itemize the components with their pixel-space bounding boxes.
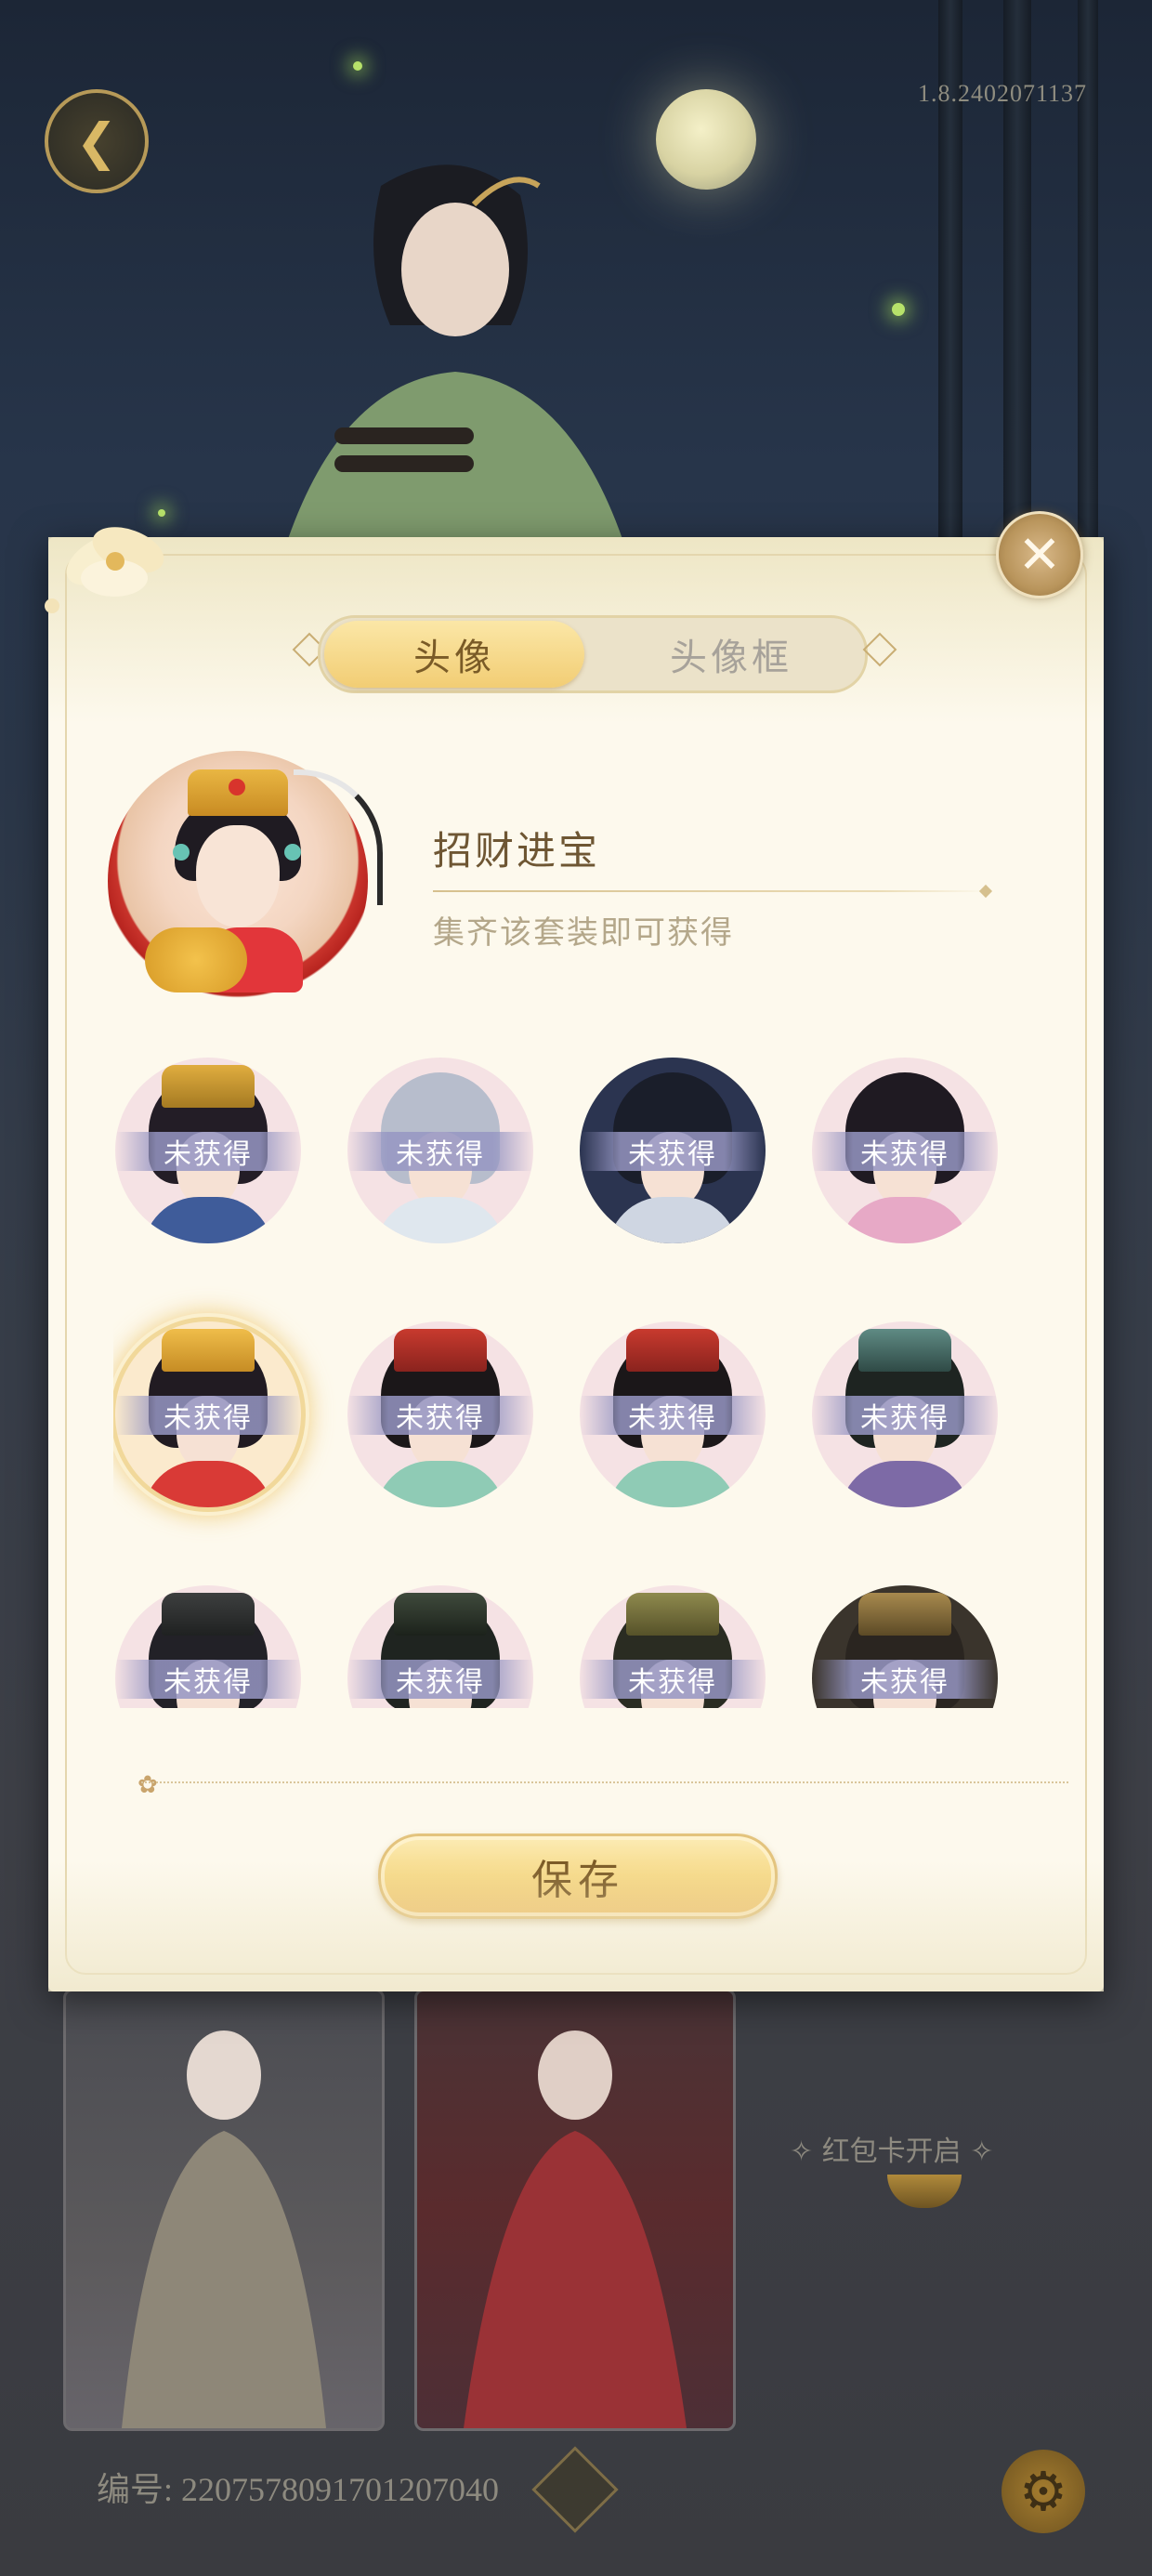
crown <box>858 1329 951 1372</box>
outfit-illustration <box>122 2031 326 2428</box>
back-button[interactable]: ❮ <box>45 89 149 193</box>
locked-badge: 未获得 <box>115 1132 301 1171</box>
selected-item-name: 招财进宝 <box>433 828 601 874</box>
locked-badge: 未获得 <box>115 1660 301 1699</box>
id-label: 编号: <box>97 2471 174 2508</box>
gem <box>284 844 301 861</box>
locked-badge: 未获得 <box>812 1132 998 1171</box>
footer-divider <box>141 1781 1068 1785</box>
flower-bouquet <box>145 927 247 992</box>
avatar-option[interactable]: 未获得 <box>347 1321 533 1507</box>
back-arrow-icon: ❮ <box>75 112 118 171</box>
tab-avatar[interactable]: 头像 <box>324 621 584 688</box>
face <box>196 825 280 927</box>
avatar-option-selected[interactable]: 未获得 <box>115 1321 301 1507</box>
locked-badge: 未获得 <box>580 1132 766 1171</box>
robe <box>608 1461 738 1507</box>
robe <box>375 1197 505 1243</box>
avatar-option[interactable]: 未获得 <box>812 1585 998 1708</box>
crown <box>626 1329 719 1372</box>
crown <box>394 1593 487 1636</box>
close-x-icon: ✕ <box>1017 524 1062 585</box>
hongbao-card-label: ✧ 红包卡开启 ✧ <box>790 2136 994 2168</box>
avatar-option[interactable]: 未获得 <box>580 1321 766 1507</box>
selected-avatar-preview <box>108 751 383 1011</box>
background-outfit-card[interactable] <box>414 1989 736 2431</box>
locked-badge: 未获得 <box>812 1396 998 1435</box>
locked-badge: 未获得 <box>115 1396 301 1435</box>
flower-ornament <box>45 527 164 613</box>
avatar-picker-dialog: 头像 头像框 招财进宝 集齐该套装即可获得 未获得 未获得 未获得 未获得 未获… <box>45 527 1104 1991</box>
gem <box>173 844 190 861</box>
crown <box>394 1329 487 1372</box>
crown <box>858 1593 951 1636</box>
crane-ornament <box>294 769 383 905</box>
underline-ornament <box>978 884 993 899</box>
avatar-option[interactable]: 未获得 <box>115 1585 301 1708</box>
hongbao-text: 红包卡开启 <box>821 2136 962 2168</box>
robe <box>143 1197 273 1243</box>
locked-badge: 未获得 <box>347 1132 533 1171</box>
avatar-option[interactable]: 未获得 <box>580 1058 766 1243</box>
title-underline <box>433 890 988 892</box>
robe <box>840 1461 970 1507</box>
close-button[interactable]: ✕ <box>996 511 1083 598</box>
outfit-illustration <box>464 2031 687 2428</box>
version-label: 1.8.2402071137 <box>917 80 1087 107</box>
gear-icon: ⚙ <box>1019 2460 1067 2523</box>
locked-badge: 未获得 <box>812 1660 998 1699</box>
locked-badge: 未获得 <box>580 1660 766 1699</box>
robe <box>608 1197 738 1243</box>
avatar-option[interactable]: 未获得 <box>115 1058 301 1243</box>
locked-badge: 未获得 <box>580 1396 766 1435</box>
locked-badge: 未获得 <box>347 1660 533 1699</box>
avatar-grid[interactable]: 未获得 未获得 未获得 未获得 未获得 未获得 未获得 未获得 未获得 未获得 … <box>113 1058 1042 1708</box>
avatar-option[interactable]: 未获得 <box>812 1058 998 1243</box>
background-outfit-card[interactable] <box>63 1989 385 2431</box>
tab-avatar-frame[interactable]: 头像框 <box>601 621 861 688</box>
robe <box>840 1197 970 1243</box>
avatar-option[interactable]: 未获得 <box>347 1585 533 1708</box>
settings-button[interactable]: ⚙ <box>1001 2450 1085 2533</box>
robe <box>375 1461 505 1507</box>
firefly <box>892 303 905 316</box>
crown <box>162 1065 255 1108</box>
crown <box>162 1593 255 1636</box>
gem <box>229 779 245 795</box>
avatar-option[interactable]: 未获得 <box>580 1585 766 1708</box>
firefly <box>353 61 362 71</box>
locked-badge: 未获得 <box>347 1396 533 1435</box>
background-character-illustration <box>288 164 622 539</box>
avatar-option[interactable]: 未获得 <box>347 1058 533 1243</box>
id-value: 2207578091701207040 <box>181 2471 500 2508</box>
tab-group: 头像 头像框 <box>318 615 868 693</box>
avatar-option[interactable]: 未获得 <box>812 1321 998 1507</box>
crown <box>626 1593 719 1636</box>
decorative-wash <box>48 1861 1104 1991</box>
flower-ornament-icon: ✿ <box>137 1771 158 1799</box>
selected-item-description: 集齐该套装即可获得 <box>433 914 734 952</box>
crown <box>162 1329 255 1372</box>
player-id-row: 编号: 2207578091701207040 <box>97 2463 499 2511</box>
robe <box>143 1461 273 1507</box>
